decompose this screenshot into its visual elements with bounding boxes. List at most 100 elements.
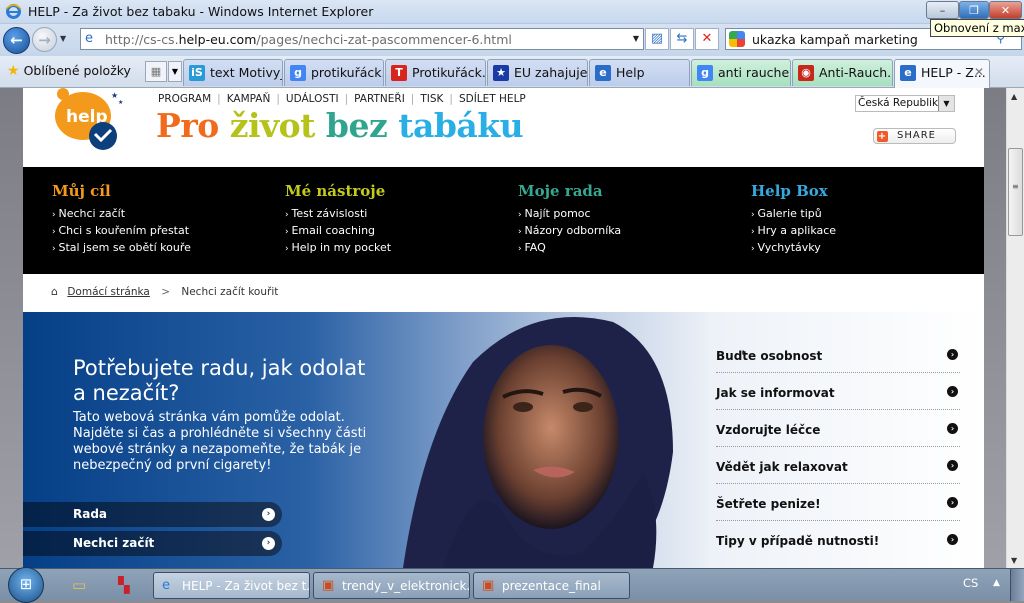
tab-favicon-icon: g bbox=[697, 65, 713, 81]
plus-icon: + bbox=[877, 131, 888, 142]
restore-icon: ❐ bbox=[969, 4, 979, 17]
topnav-link[interactable]: TISK bbox=[420, 93, 443, 105]
mega-menu-link[interactable]: Galerie tipů bbox=[751, 206, 836, 223]
mega-menu-link[interactable]: Stal jsem se obětí kouře bbox=[52, 240, 190, 257]
topnav-link[interactable]: PARTNEŘI bbox=[354, 93, 405, 105]
show-hidden-icons-arrow-icon[interactable]: ▲ bbox=[993, 578, 1000, 588]
address-dropdown-icon[interactable]: ▼ bbox=[633, 34, 639, 43]
browser-tab[interactable]: ◉ Anti-Rauch... bbox=[792, 59, 893, 86]
topic-link[interactable]: Tipy v případě nutnosti! › bbox=[716, 521, 960, 558]
refresh-button[interactable]: ⇆ bbox=[670, 28, 694, 50]
browser-tab[interactable]: iS text Motivy_... bbox=[183, 59, 283, 86]
mega-menu-heading[interactable]: Moje rada bbox=[518, 182, 621, 200]
restore-button[interactable]: ❐ bbox=[959, 1, 989, 19]
browser-tab[interactable]: g anti raucher... bbox=[691, 59, 791, 86]
google-icon bbox=[729, 31, 745, 47]
arrow-right-icon: › bbox=[262, 537, 275, 550]
country-value: Česká Republika bbox=[858, 97, 945, 109]
browser-tab[interactable]: g protikuřáck... bbox=[284, 59, 384, 86]
mega-menu-link[interactable]: Chci s kouřením přestat bbox=[52, 223, 191, 240]
address-bar[interactable]: e http://cs-cs.help-eu.com/pages/nechci-… bbox=[80, 28, 644, 50]
mega-menu-heading[interactable]: Můj cíl bbox=[52, 182, 191, 200]
topic-link-label: Šetřete penize! bbox=[716, 497, 821, 511]
topic-link-label: Vzdorujte léčce bbox=[716, 423, 821, 437]
nav-separator: | bbox=[449, 93, 453, 105]
taskbar-task-label: HELP - Za život bez t... bbox=[182, 579, 310, 593]
search-input[interactable]: ukazka kampaň marketing bbox=[752, 32, 918, 47]
browser-tab[interactable]: e Help bbox=[589, 59, 690, 86]
hero-heading: Potřebujete radu, jak odolat a nezačít? bbox=[73, 356, 366, 405]
scrollbar-thumb[interactable]: ≡ bbox=[1008, 148, 1023, 236]
show-desktop-button[interactable] bbox=[1010, 569, 1024, 601]
topnav-link[interactable]: KAMPAŇ bbox=[227, 93, 271, 105]
stop-button[interactable]: ✕ bbox=[695, 28, 719, 50]
mega-menu-link[interactable]: FAQ bbox=[518, 240, 621, 257]
start-button[interactable]: ⊞ bbox=[8, 567, 44, 603]
topic-link[interactable]: Vědět jak relaxovat › bbox=[716, 447, 960, 484]
tab-label: EU zahajuje ... bbox=[514, 65, 588, 80]
mega-menu-link[interactable]: Vychytávky bbox=[751, 240, 836, 257]
topic-link[interactable]: Jak se informovat › bbox=[716, 373, 960, 410]
browser-tab[interactable]: T Protikuřáck... bbox=[385, 59, 486, 86]
minimize-button[interactable]: – bbox=[926, 1, 959, 19]
tab-favicon-icon: g bbox=[290, 65, 306, 81]
recent-pages-dropdown[interactable]: ▼ bbox=[60, 34, 66, 43]
window-titlebar: HELP - Za život bez tabaku - Windows Int… bbox=[0, 0, 1024, 24]
rada-label: Rada bbox=[73, 507, 108, 521]
country-select[interactable]: Česká Republika ▼ bbox=[855, 95, 955, 112]
topnav-link[interactable]: UDÁLOSTI bbox=[286, 93, 339, 105]
taskbar-task[interactable]: ▣ trendy_v_elektronick... bbox=[313, 572, 470, 599]
scroll-up-arrow-icon[interactable]: ▲ bbox=[1011, 92, 1017, 101]
mega-menu-link[interactable]: Hry a aplikace bbox=[751, 223, 836, 240]
close-button[interactable]: ✕ bbox=[989, 1, 1022, 19]
scroll-down-arrow-icon[interactable]: ▼ bbox=[1011, 556, 1017, 565]
nechci-zacit-button[interactable]: Nechci začít › bbox=[23, 531, 282, 556]
arrow-right-icon: › bbox=[947, 497, 958, 508]
topic-link[interactable]: Vzdorujte léčce › bbox=[716, 410, 960, 447]
vertical-scrollbar[interactable]: ▲ ≡ ▼ bbox=[1006, 88, 1024, 568]
compatibility-icon: ▨ bbox=[650, 31, 664, 46]
mega-menu-link[interactable]: Test závislosti bbox=[285, 206, 391, 223]
favorites-button[interactable]: ★ Oblíbené položky bbox=[7, 63, 131, 79]
taskbar-task[interactable]: ▣ prezentace_final bbox=[473, 572, 630, 599]
share-button[interactable]: + SHARE bbox=[873, 128, 956, 144]
rada-button[interactable]: Rada › bbox=[23, 502, 282, 527]
breadcrumb-home-link[interactable]: Domácí stránka bbox=[67, 286, 150, 298]
mega-menu-heading[interactable]: Help Box bbox=[751, 182, 836, 200]
taskbar-task[interactable]: e HELP - Za život bez t... bbox=[153, 572, 310, 599]
minimize-icon: – bbox=[939, 4, 946, 17]
explorer-folder-icon[interactable]: ▭ bbox=[72, 576, 86, 594]
mega-menu-heading[interactable]: Mé nástroje bbox=[285, 182, 391, 200]
mega-menu-link[interactable]: Email coaching bbox=[285, 223, 391, 240]
topic-link[interactable]: Buďte osobnost › bbox=[716, 336, 960, 373]
tab-favicon-icon: e bbox=[595, 65, 611, 81]
czech-flag-app-icon[interactable]: ▚ bbox=[118, 576, 130, 594]
mega-menu-link[interactable]: Názory odborníka bbox=[518, 223, 621, 240]
url-text[interactable]: http://cs-cs.help-eu.com/pages/nechci-za… bbox=[105, 32, 512, 47]
back-button[interactable]: ← bbox=[3, 27, 30, 54]
tab-favicon-icon: e bbox=[900, 65, 916, 81]
grip-icon: ≡ bbox=[1012, 182, 1019, 191]
mega-menu-link[interactable]: Help in my pocket bbox=[285, 240, 391, 257]
back-arrow-icon: ← bbox=[10, 31, 23, 49]
browser-tab[interactable]: e HELP - Z... ✕ bbox=[894, 59, 990, 88]
tab-favicon-icon: ★ bbox=[493, 65, 509, 81]
quick-tabs-button[interactable]: ▦ bbox=[145, 61, 167, 82]
slogan-word: život bbox=[229, 106, 326, 145]
topnav-link[interactable]: PROGRAM bbox=[158, 93, 211, 105]
window-title: HELP - Za život bez tabaku - Windows Int… bbox=[28, 4, 374, 19]
mega-menu-link[interactable]: Najít pomoc bbox=[518, 206, 621, 223]
compatibility-view-button[interactable]: ▨ bbox=[645, 28, 669, 50]
close-tab-icon[interactable]: ✕ bbox=[974, 65, 984, 79]
browser-tab[interactable]: ★ EU zahajuje ... bbox=[487, 59, 588, 86]
topic-link[interactable]: Šetřete penize! › bbox=[716, 484, 960, 521]
tab-label: text Motivy_... bbox=[210, 65, 282, 80]
web-page: help ★ ★ PROGRAM | KAMPAŇ | UDÁLOSTI | PARTNEŘ… bbox=[23, 88, 984, 568]
topic-link-label: Jak se informovat bbox=[716, 386, 835, 400]
topnav-link[interactable]: SDÍLET HELP bbox=[459, 93, 526, 105]
tab-list-dropdown[interactable]: ▼ bbox=[168, 61, 182, 82]
language-indicator[interactable]: CS bbox=[963, 576, 978, 590]
forward-button[interactable]: → bbox=[32, 27, 57, 52]
help-logo[interactable]: help ★ ★ bbox=[51, 88, 131, 152]
mega-menu-link[interactable]: Nechci začít bbox=[52, 206, 191, 223]
